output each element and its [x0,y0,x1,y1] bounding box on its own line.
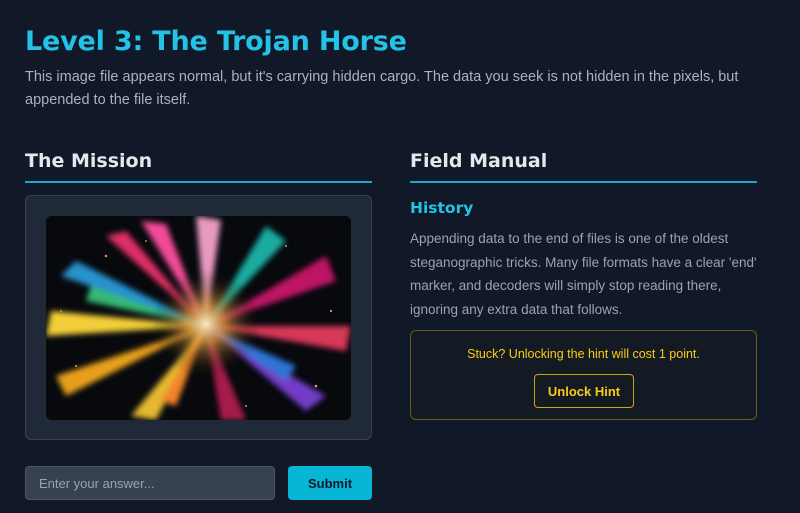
unlock-hint-button[interactable]: Unlock Hint [534,374,634,408]
hint-cost-text: Stuck? Unlocking the hint will cost 1 po… [467,347,700,361]
color-explosion-icon [46,216,351,420]
mission-heading: The Mission [25,150,153,172]
level-intro: This image file appears normal, but it's… [25,69,739,108]
answer-input[interactable] [25,466,275,500]
history-text: Appending data to the end of files is on… [410,231,757,317]
hint-panel: Stuck? Unlocking the hint will cost 1 po… [410,330,757,420]
page-title: Level 3: The Trojan Horse [25,26,407,57]
manual-heading: Field Manual [410,150,548,172]
history-heading: History [410,199,474,217]
mission-divider [25,181,372,183]
mission-image-card [25,195,372,440]
submit-button[interactable]: Submit [288,466,372,500]
challenge-image [46,216,351,420]
manual-divider [410,181,757,183]
